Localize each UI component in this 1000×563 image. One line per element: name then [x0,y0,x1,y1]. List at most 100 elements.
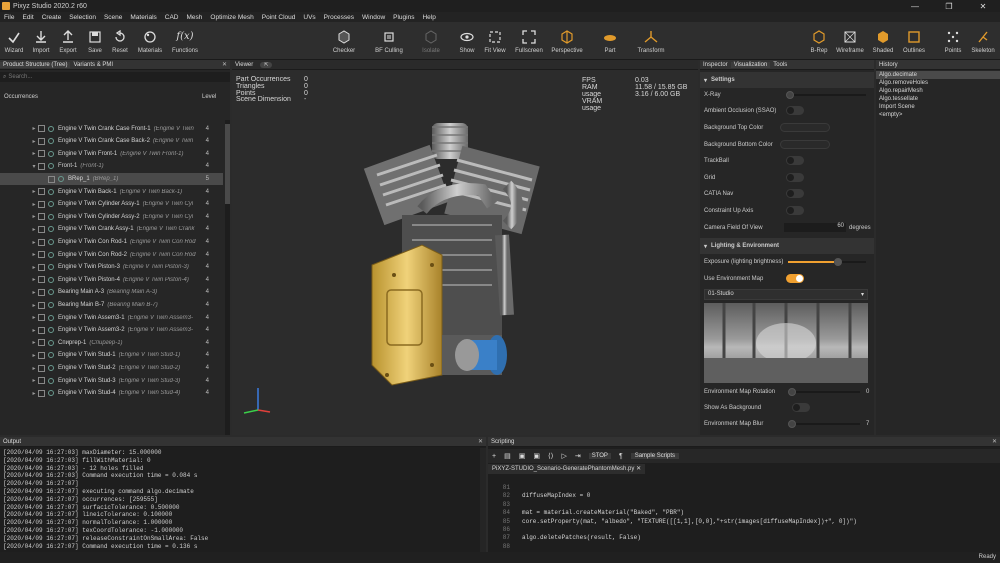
expand-arrow-icon[interactable]: ▸ [30,289,38,296]
import-button[interactable]: Import [29,22,53,60]
menu-mesh[interactable]: Mesh [183,14,207,21]
settings-section-header[interactable]: ▾ Settings [700,72,874,88]
points-button[interactable]: Points [940,22,966,60]
menu-selection[interactable]: Selection [65,14,100,21]
tab-tools[interactable]: Tools [770,62,790,68]
minimize-button[interactable]: — [898,0,932,12]
bg-bottom-color-swatch[interactable] [780,140,830,149]
tree-row[interactable]: ▸ Спиргер-1 (Спиргер-1) 4 [0,337,223,350]
tree-row[interactable]: ▸ Engine V Twin Crank Case Front-1 (Engine… [0,122,223,135]
expand-arrow-icon[interactable]: ▸ [30,226,38,233]
history-item[interactable]: Algo.removeHoles [876,79,1000,87]
tree-row[interactable]: ▸ Engine V Twin Cylinder Assy-1 (Engine V … [0,198,223,211]
tree-row[interactable]: ▸ Engine V Twin Stud-4 (Engine V Twin Stud… [0,387,223,400]
stop-button[interactable]: STOP [588,453,611,459]
menu-help[interactable]: Help [418,14,439,21]
skeleton-button[interactable]: Skeleton [968,22,998,60]
tab-viewer[interactable]: Viewer [232,62,256,68]
tree-row[interactable]: BRep_1 (BRep_1) 5 [0,172,223,186]
visibility-checkbox[interactable] [38,251,45,259]
expand-arrow-icon[interactable]: ▾ [30,163,38,170]
expand-arrow-icon[interactable]: ▸ [30,213,38,220]
visibility-checkbox[interactable] [38,137,45,145]
grid-toggle[interactable] [786,173,804,182]
tree-row[interactable]: ▸ Engine V Twin Back-1 (Engine V Twin Back… [0,185,223,198]
expand-arrow-icon[interactable]: ▸ [30,314,38,321]
history-item[interactable]: Algo.repairMesh [876,87,1000,95]
sample-scripts-button[interactable]: Sample Scripts [630,453,680,459]
visibility-checkbox[interactable] [38,314,45,322]
output-scrollbar[interactable] [480,448,486,552]
code-editor[interactable]: 81 82 diffuseMapIndex = 0 83 84 mat = materia… [488,484,988,551]
visibility-checkbox[interactable] [38,276,45,284]
expand-arrow-icon[interactable]: ▸ [30,251,38,258]
tree-search-input[interactable]: Search... [8,74,32,80]
checker-button[interactable]: Checker [330,22,358,60]
expand-arrow-icon[interactable]: ▸ [30,339,38,346]
menu-window[interactable]: Window [358,14,389,21]
expand-arrow-icon[interactable]: ▸ [30,125,38,132]
env-map-select[interactable]: 01-Studio ▾ [704,289,868,300]
tab-history[interactable]: History [876,62,901,68]
transform-button[interactable]: Transform [634,22,668,60]
expand-arrow-icon[interactable]: ▸ [30,327,38,334]
visibility-checkbox[interactable] [38,225,45,233]
tree-row[interactable]: ▸ Engine V Twin Con Rod-2 (Engine V Twin C… [0,248,223,261]
visibility-checkbox[interactable] [38,125,45,133]
visibility-checkbox[interactable] [38,263,45,271]
visibility-checkbox[interactable] [38,364,45,372]
brep-button[interactable]: B-Rep [806,22,832,60]
save-script-icon[interactable]: ▣ [519,452,526,460]
env-rotation-slider[interactable] [788,388,860,396]
xray-slider[interactable] [786,91,866,99]
tree-row[interactable]: ▸ Engine V Twin Piston-4 (Engine V Twin Pi… [0,274,223,287]
reset-button[interactable]: Reset [108,22,132,60]
menu-point-cloud[interactable]: Point Cloud [258,14,300,21]
tree-row[interactable]: ▸ Engine V Twin Front-1 (Engine V Twin Fro… [0,148,223,161]
close-window-button[interactable]: ✕ [966,0,1000,12]
menu-file[interactable]: File [0,14,18,21]
code-icon[interactable]: ⟨⟩ [548,452,553,460]
materials-button[interactable]: Materials [136,22,164,60]
visibility-checkbox[interactable] [38,238,45,246]
part-button[interactable]: Part [597,22,623,60]
tab-inspector[interactable]: Inspector [700,62,731,68]
visibility-checkbox[interactable] [38,188,45,196]
visibility-checkbox[interactable] [38,326,45,334]
menu-plugins[interactable]: Plugins [389,14,418,21]
menu-cad[interactable]: CAD [161,14,183,21]
visibility-checkbox[interactable] [38,351,45,359]
fit-view-button[interactable]: Fit View [482,22,508,60]
expand-arrow-icon[interactable]: ▸ [30,201,38,208]
column-level[interactable]: Level [202,94,216,100]
expand-arrow-icon[interactable]: ▸ [30,138,38,145]
show-as-background-toggle[interactable] [792,403,810,412]
expand-arrow-icon[interactable]: ▸ [30,188,38,195]
trackball-toggle[interactable] [786,156,804,165]
exposure-slider[interactable] [788,258,866,266]
new-script-icon[interactable]: + [492,453,496,460]
tree-row[interactable]: ▸ Engine V Twin Stud-3 (Engine V Twin Stud… [0,374,223,387]
wizard-button[interactable]: Wizard [2,22,26,60]
visibility-checkbox[interactable] [48,175,55,183]
catia-nav-toggle[interactable] [786,189,804,198]
menu-uvs[interactable]: UVs [299,14,319,21]
tree-row[interactable]: ▸ Engine V Twin Con Rod-1 (Engine V Twin C… [0,236,223,249]
run-icon[interactable]: ▷ [561,452,566,460]
tab-output[interactable]: Output [0,439,24,445]
visibility-checkbox[interactable] [38,377,45,385]
env-blur-slider[interactable] [788,420,860,428]
fullscreen-button[interactable]: Fullscreen [512,22,546,60]
expand-arrow-icon[interactable]: ▸ [30,239,38,246]
tree-row[interactable]: ▸ Engine V Twin Crank Assy-1 (Engine V Twi… [0,223,223,236]
visibility-checkbox[interactable] [38,339,45,347]
tree-row[interactable]: ▸ Engine V Twin Assem3-2 (Engine V Twin As… [0,324,223,337]
expand-arrow-icon[interactable]: ▸ [30,352,38,359]
tree-row[interactable]: ▸ Engine V Twin Cylinder Assy-2 (Engine V … [0,211,223,224]
tree-row[interactable]: ▸ Engine V Twin Stud-2 (Engine V Twin Stud… [0,362,223,375]
expand-arrow-icon[interactable]: ▸ [30,365,38,372]
history-item[interactable]: Algo.tessellate [876,95,1000,103]
tab-visualization[interactable]: Visualization [730,61,771,68]
export-button[interactable]: Export [56,22,80,60]
outlines-button[interactable]: Outlines [900,22,928,60]
